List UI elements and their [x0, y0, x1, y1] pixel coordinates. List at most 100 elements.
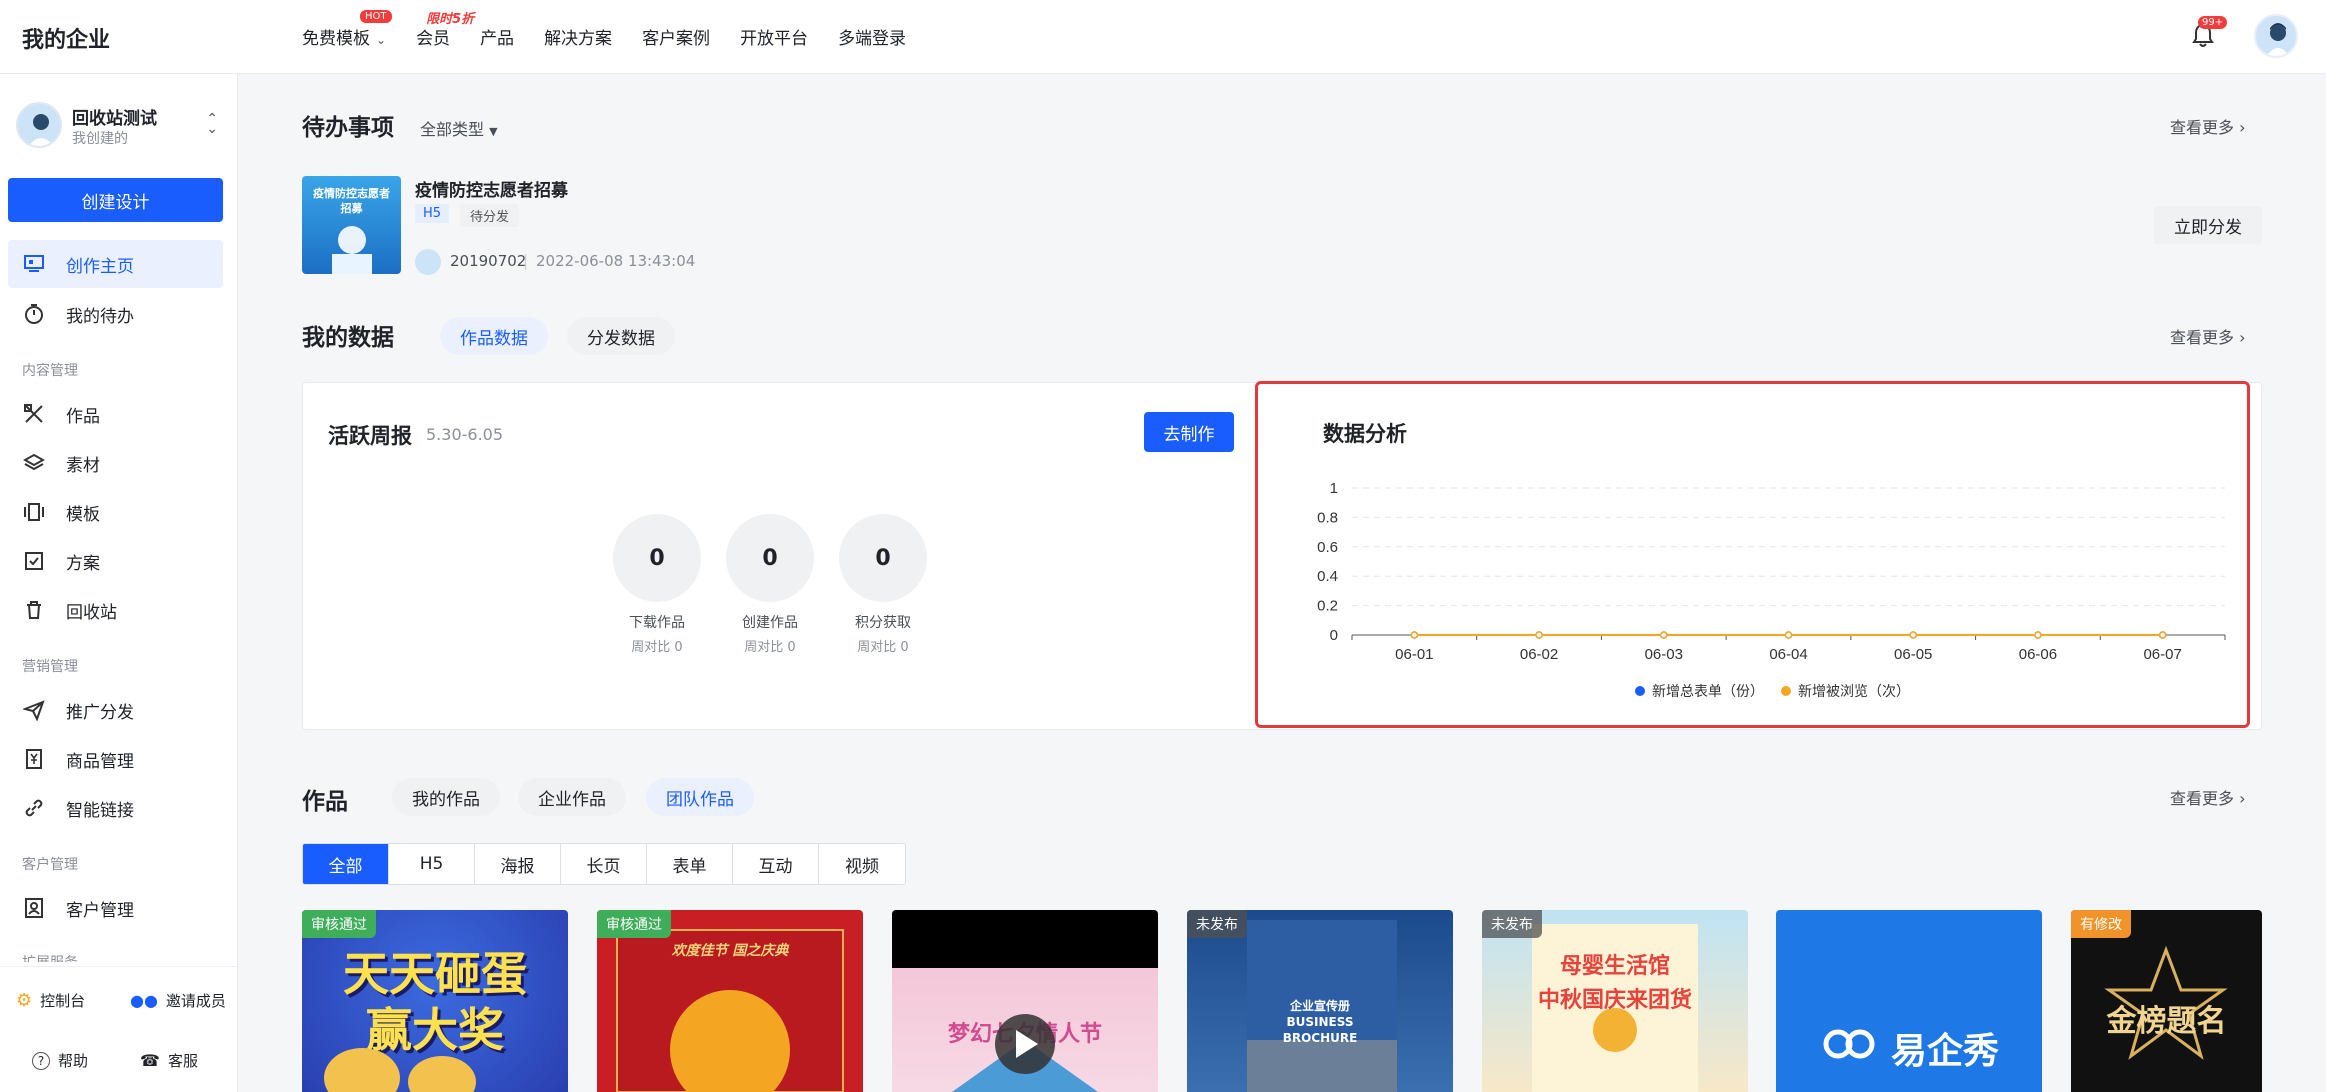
create-design-button[interactable]: 创建设计	[8, 178, 223, 222]
nav-membership[interactable]: 会员 限时5折	[416, 12, 474, 49]
work-card[interactable]: 母婴生活馆 中秋国庆来团货 未发布	[1482, 910, 1748, 1092]
tab-work-data[interactable]: 作品数据	[440, 317, 548, 355]
go-create-button[interactable]: 去制作	[1144, 412, 1234, 452]
work-card[interactable]: 金榜题名 有修改	[2071, 910, 2262, 1092]
sidebar-item-recycle[interactable]: 回收站	[8, 586, 223, 634]
sidebar-item-label: 回收站	[66, 602, 117, 623]
data-point	[2158, 631, 2167, 639]
sidebar-item-todo[interactable]: 我的待办	[8, 290, 223, 338]
tab-distribution-data[interactable]: 分发数据	[567, 317, 675, 355]
todo-title: 待办事项	[302, 115, 394, 141]
sidebar-footer	[0, 966, 238, 1092]
brand-title[interactable]: 我的企业	[22, 22, 110, 54]
nav-cases[interactable]: 客户案例	[642, 24, 710, 49]
stat-value: 0	[726, 514, 814, 602]
stat-compare: 周对比 0	[631, 640, 683, 655]
promo-badge: 限时5折	[426, 12, 475, 27]
card-status-badge: 未发布	[1187, 910, 1247, 938]
todo-more-link[interactable]: 查看更多 ›	[2170, 114, 2246, 138]
monitor-icon	[22, 252, 46, 276]
play-button-icon[interactable]	[892, 910, 1158, 1092]
nav-free-templates-label: 免费模板	[302, 29, 370, 49]
question-icon: ?	[32, 1051, 50, 1070]
filter-h5[interactable]: H5	[389, 844, 475, 884]
works-title: 作品	[302, 789, 348, 815]
todo-item-title[interactable]: 疫情防控志愿者招募	[415, 176, 568, 201]
todo-more-label: 查看更多	[2170, 118, 2235, 137]
layers-icon	[22, 451, 46, 475]
sidebar-item-plans[interactable]: 方案	[8, 537, 223, 585]
sidebar-item-label: 方案	[66, 553, 100, 574]
work-card[interactable]: 天天砸蛋 赢大奖 审核通过	[302, 910, 568, 1092]
service-link[interactable]: ☎ 客服	[140, 1050, 198, 1071]
sidebar-item-label: 智能链接	[66, 800, 134, 821]
stat-value: 0	[613, 514, 701, 602]
weekly-report-range: 5.30-6.05	[426, 425, 504, 444]
nav-solutions[interactable]: 解决方案	[544, 24, 612, 49]
work-card[interactable]: 企业宣传册 BUSINESS BROCHURE 未发布	[1187, 910, 1453, 1092]
tab-team-works[interactable]: 团队作品	[646, 778, 754, 816]
sidebar-item-label: 商品管理	[66, 751, 134, 772]
filter-all[interactable]: 全部	[303, 844, 389, 884]
filter-form[interactable]: 表单	[647, 844, 733, 884]
todo-type-filter[interactable]: 全部类型 ▼	[420, 116, 498, 140]
nav-products[interactable]: 产品	[480, 24, 514, 49]
sidebar-item-goods[interactable]: 商品管理	[8, 735, 223, 783]
checklist-icon	[22, 549, 46, 573]
work-card[interactable]: 梦幻七夕情人节	[892, 910, 1158, 1092]
card-status-badge: 审核通过	[597, 910, 671, 938]
x-tick-label: 06-02	[1520, 646, 1558, 663]
legend-marker	[1635, 686, 1645, 696]
filter-interactive[interactable]: 互动	[733, 844, 819, 884]
y-tick-label: 0	[1330, 627, 1338, 644]
y-tick-label: 0.2	[1317, 598, 1338, 615]
sidebar-item-works[interactable]: 作品	[8, 390, 223, 438]
workspace-switcher[interactable]: 回收站测试 我创建的 ⌃ ⌄	[16, 102, 222, 152]
todo-user: 20190702	[450, 252, 527, 270]
stat-label: 下载作品	[629, 615, 685, 631]
filter-video[interactable]: 视频	[819, 844, 905, 884]
nav-open-platform[interactable]: 开放平台	[740, 24, 808, 49]
sidebar-item-materials[interactable]: 素材	[8, 439, 223, 487]
data-point	[1784, 631, 1793, 639]
x-tick-label: 06-06	[2019, 646, 2057, 663]
sidebar-item-smart-link[interactable]: 智能链接	[8, 784, 223, 832]
x-tick-label: 06-01	[1395, 646, 1433, 663]
todo-thumbnail[interactable]: 疫情防控志愿者招募	[302, 176, 401, 274]
console-link[interactable]: ⚙ 控制台	[16, 990, 85, 1011]
sidebar-item-home[interactable]: 创作主页	[8, 240, 223, 288]
tab-company-works[interactable]: 企业作品	[518, 778, 626, 816]
filter-poster[interactable]: 海报	[475, 844, 561, 884]
legend-label: 新增被浏览（次）	[1798, 684, 1910, 700]
work-card-title: 金榜题名	[2106, 1004, 2227, 1039]
contact-icon	[22, 896, 46, 920]
work-card[interactable]: 易企秀	[1776, 910, 2042, 1092]
works-more-link[interactable]: 查看更多 ›	[2170, 785, 2246, 809]
legend-label: 新增总表单（份）	[1652, 684, 1764, 700]
sidebar-item-customers[interactable]: 客户管理	[8, 884, 223, 932]
tab-my-works[interactable]: 我的作品	[392, 778, 500, 816]
work-card-title: 母婴生活馆 中秋国庆来团货	[1537, 954, 1692, 1013]
nav-free-templates[interactable]: 免费模板 ⌄ HOT	[302, 10, 392, 49]
x-tick-label: 06-03	[1645, 646, 1683, 663]
work-card-title: 易企秀	[1890, 1031, 1999, 1072]
sidebar-item-label: 客户管理	[66, 900, 134, 921]
mydata-more-link[interactable]: 查看更多 ›	[2170, 324, 2246, 348]
nav-multi-login[interactable]: 多端登录	[838, 24, 906, 49]
sidebar-item-templates[interactable]: 模板	[8, 488, 223, 536]
help-link[interactable]: ? 帮助	[32, 1050, 88, 1071]
tools-icon	[22, 402, 46, 426]
work-card[interactable]: 欢度佳节 国之庆典 审核通过	[597, 910, 863, 1092]
nav-membership-label: 会员	[416, 29, 451, 49]
stopwatch-icon	[22, 302, 46, 326]
filter-long-page[interactable]: 长页	[561, 844, 647, 884]
sidebar-item-promotion[interactable]: 推广分发	[8, 686, 223, 734]
card-status-badge: 未发布	[1482, 910, 1542, 938]
section-customer-label: 客户管理	[22, 857, 78, 873]
console-label: 控制台	[40, 992, 86, 1010]
invite-member-link[interactable]: ●● 邀请成员	[130, 990, 226, 1011]
sidebar-item-label: 作品	[66, 406, 100, 427]
dispatch-now-button[interactable]: 立即分发	[2154, 206, 2262, 244]
link-icon	[22, 796, 46, 820]
user-avatar[interactable]	[2254, 14, 2298, 58]
